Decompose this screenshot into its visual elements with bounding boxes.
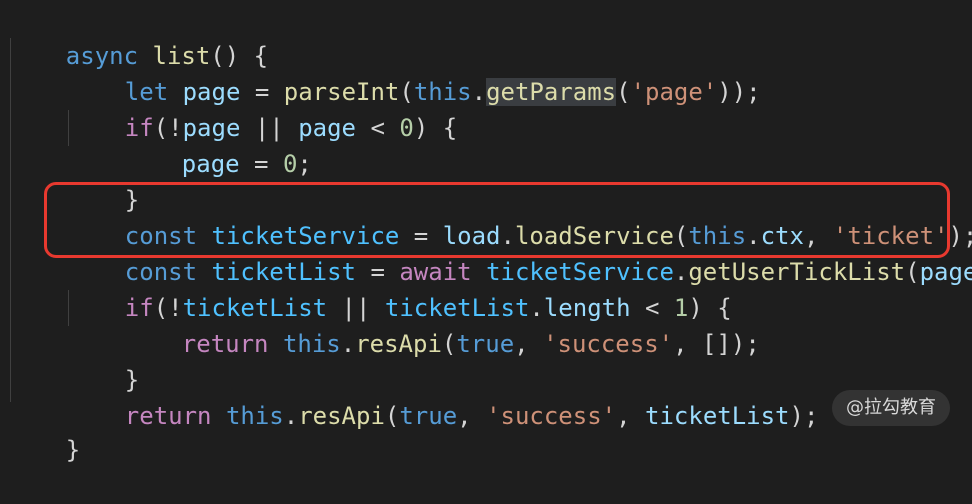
code-token: = — [239, 150, 283, 178]
code-token: . — [471, 78, 487, 106]
code-token: true — [399, 402, 458, 430]
highlight-box — [44, 182, 950, 258]
code-token: page — [181, 150, 240, 178]
code-token: , — [457, 402, 487, 430]
code-token: , — [616, 402, 646, 430]
code-token: } — [65, 436, 81, 464]
code-token: ) { — [413, 114, 458, 142]
code-token: resApi — [298, 402, 385, 430]
code-token: < — [356, 114, 400, 142]
code-token: . — [340, 330, 356, 358]
code-token: 'success' — [486, 402, 617, 430]
code-editor[interactable]: async list() { let page = parseInt(this.… — [0, 0, 972, 464]
code-token: ticketList — [645, 402, 790, 430]
watermark: @拉勾教育 — [832, 390, 950, 426]
code-token: return — [181, 330, 269, 358]
code-line-1: async list() { — [8, 2, 268, 70]
code-token: ( — [905, 258, 920, 286]
code-token: , — [514, 330, 544, 358]
code-line-3: if(!page || page < 0) { — [67, 74, 457, 142]
code-token: 'success' — [543, 330, 674, 358]
code-line-5: } — [67, 146, 139, 214]
code-line-8: if(!ticketList || ticketList.length < 1)… — [67, 254, 732, 322]
code-token: ); — [789, 402, 819, 430]
code-line-11: return this.resApi(true, 'success', tick… — [67, 362, 819, 430]
code-token: ; — [297, 150, 312, 178]
code-token: this — [225, 402, 284, 430]
code-line-2: let page = parseInt(this.getParams('page… — [67, 38, 761, 106]
code-token: true — [456, 330, 515, 358]
code-line-9: return this.resApi(true, 'success', []); — [124, 290, 760, 358]
code-token: ( — [384, 402, 400, 430]
code-token: , []); — [673, 330, 760, 358]
code-token: return — [124, 402, 212, 430]
code-token-highlighted: getParams — [486, 78, 617, 106]
code-line-4: page = 0; — [124, 110, 312, 178]
code-token: 0 — [399, 114, 414, 142]
code-token: 'page' — [630, 78, 718, 106]
code-token: . — [283, 402, 299, 430]
code-line-12: } — [8, 396, 80, 464]
code-token: )); — [717, 78, 761, 106]
code-token: this — [282, 330, 341, 358]
code-token: page — [919, 258, 972, 286]
code-line-10: } — [67, 326, 139, 394]
code-token: ( — [616, 78, 631, 106]
code-token: resApi — [355, 330, 442, 358]
code-token: ( — [441, 330, 457, 358]
code-token: 0 — [282, 150, 298, 178]
